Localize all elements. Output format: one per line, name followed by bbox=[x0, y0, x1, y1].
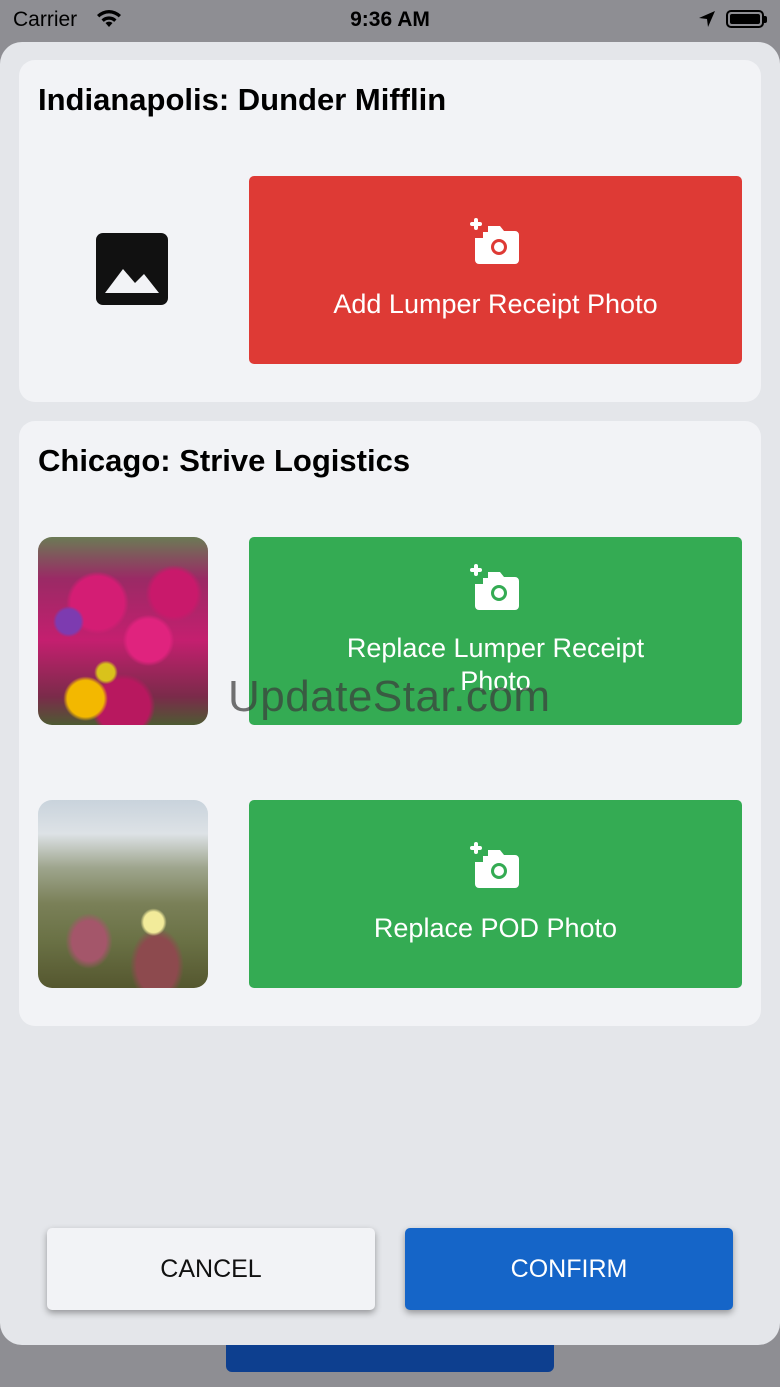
status-bar: Carrier 9:36 AM bbox=[0, 0, 780, 42]
add-photo-camera-icon bbox=[469, 842, 519, 888]
action-label: Add Lumper Receipt Photo bbox=[333, 289, 658, 319]
stop-card-chicago: Chicago: Strive Logistics Replace Lumper… bbox=[19, 421, 761, 1026]
stop-title: Chicago: Strive Logistics bbox=[38, 443, 411, 478]
replace-pod-photo-button[interactable]: Replace POD Photo bbox=[249, 800, 742, 988]
battery-icon bbox=[726, 10, 767, 28]
stop-card-indianapolis: Indianapolis: Dunder Mifflin Add Lumper … bbox=[19, 60, 761, 402]
cancel-button[interactable]: CANCEL bbox=[47, 1228, 375, 1310]
watermark: UpdateStar.com bbox=[228, 672, 551, 721]
lumper-receipt-thumbnail[interactable] bbox=[38, 537, 208, 725]
action-label: Replace POD Photo bbox=[373, 913, 618, 943]
add-photo-camera-icon bbox=[469, 218, 519, 264]
add-photo-camera-icon bbox=[469, 564, 519, 610]
location-arrow-icon bbox=[699, 11, 715, 27]
pod-thumbnail[interactable] bbox=[38, 800, 208, 988]
image-placeholder-icon bbox=[96, 233, 168, 305]
status-time: 9:36 AM bbox=[350, 8, 430, 31]
confirm-button[interactable]: CONFIRM bbox=[405, 1228, 733, 1310]
stop-title: Indianapolis: Dunder Mifflin bbox=[38, 82, 447, 117]
add-lumper-receipt-photo-button[interactable]: Add Lumper Receipt Photo bbox=[249, 176, 742, 364]
